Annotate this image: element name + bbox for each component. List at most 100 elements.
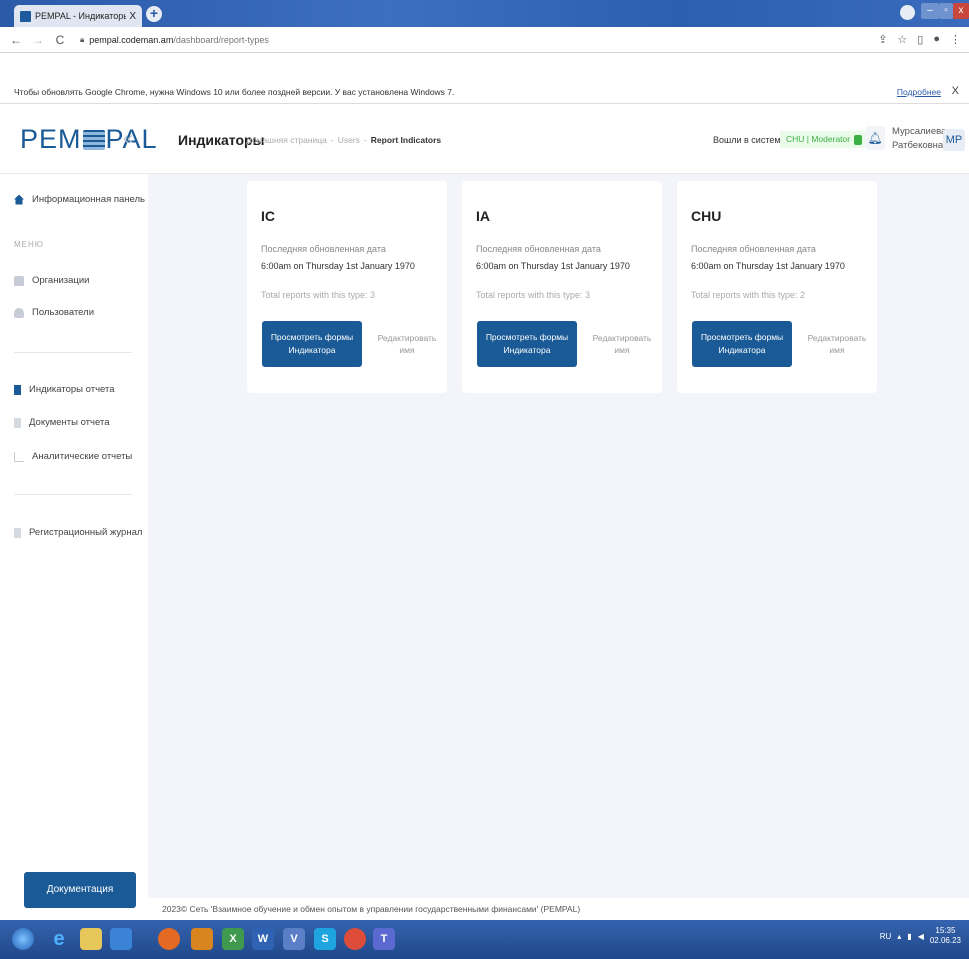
volume-icon[interactable]: ◀︎ [918, 932, 924, 941]
card-updated-label: Последняя обновленная дата [691, 244, 816, 254]
role-badge[interactable]: CHU | Moderator [780, 131, 869, 148]
explorer-icon[interactable] [80, 928, 102, 950]
role-text: CHU | Moderator [786, 134, 851, 144]
report-type-card: IC Последняя обновленная дата 6:00am on … [247, 181, 447, 393]
chrome-icon[interactable] [344, 928, 366, 950]
logo-left: PEM [20, 124, 82, 154]
view-indicator-forms-button[interactable]: Просмотреть формы Индикатора [477, 321, 577, 367]
browser-tab[interactable]: PEMPAL - Индикаторы отчета X [14, 5, 142, 27]
app-icon[interactable] [191, 928, 213, 950]
bell-icon[interactable]: 🔔︎ [865, 126, 885, 150]
sidebar-item-report-indicators[interactable]: Индикаторы отчета [14, 384, 115, 395]
start-button-icon[interactable] [12, 928, 34, 950]
back-icon[interactable]: ← [10, 33, 22, 47]
building-icon [14, 275, 24, 286]
user-name-line2: Ратбековна [892, 140, 944, 151]
url-field[interactable]: 🔒︎ pempal.codeman.am/dashboard/report-ty… [80, 35, 269, 45]
tab-title: PEMPAL - Индикаторы отчета [35, 11, 127, 21]
tray-arrow-icon[interactable]: ▴ [897, 932, 901, 941]
sidebar-divider [14, 352, 132, 353]
sidebar-item-label: Аналитические отчеты [32, 451, 133, 462]
tab-search-icon[interactable] [900, 5, 915, 20]
breadcrumb-separator: - [363, 135, 367, 145]
media-icon[interactable] [110, 928, 132, 950]
app-header: PEM PAL « Индикаторы Домашняя страница - … [0, 104, 969, 174]
view-indicator-forms-button[interactable]: Просмотреть формы Индикатора [692, 321, 792, 367]
profile-icon[interactable]: ● [933, 33, 940, 46]
card-total: Total reports with this type: 2 [691, 290, 806, 300]
forward-icon[interactable]: → [32, 33, 44, 47]
network-icon[interactable]: ▮ [907, 932, 911, 941]
firefox-icon[interactable] [158, 928, 180, 950]
clock[interactable]: 15:35 02.06.23 [930, 926, 961, 946]
update-infobar: Чтобы обновлять Google Chrome, нужна Win… [0, 80, 969, 104]
browser-tab-strip: PEMPAL - Индикаторы отчета X + – ▫ x [0, 0, 969, 27]
sidebar-item-label: Пользователи [32, 307, 95, 318]
user-name-line1: Мурсалиева [892, 126, 947, 137]
windows-taskbar: e X W V S T RU ▴ ▮ ◀︎ 15:35 02.06.23 [0, 920, 969, 959]
logo-mark-icon [82, 130, 105, 150]
sidebar: Информационная панель МЕНЮ Организации П… [0, 174, 148, 920]
sidebar-item-organizations[interactable]: Организации [14, 275, 89, 286]
documentation-button[interactable]: Документация [24, 872, 136, 908]
language-indicator[interactable]: RU [880, 932, 892, 941]
skype-icon[interactable]: S [314, 928, 336, 950]
collapse-sidebar-icon[interactable]: « [123, 128, 133, 149]
system-tray: RU ▴ ▮ ◀︎ 15:35 02.06.23 [880, 926, 961, 946]
sidebar-item-label: Информационная панель [32, 194, 145, 205]
ie-icon[interactable]: e [48, 928, 70, 950]
breadcrumb-home[interactable]: Домашняя страница [246, 135, 327, 145]
infobar-close-button[interactable]: X [952, 85, 959, 97]
excel-icon[interactable]: X [222, 928, 244, 950]
minimize-button[interactable]: – [921, 3, 939, 19]
breadcrumb-separator: - [330, 135, 334, 145]
card-code: CHU [691, 208, 722, 224]
lock-icon: 🔒︎ [80, 34, 85, 44]
card-code: IC [261, 208, 275, 224]
sidebar-item-report-documents[interactable]: Документы отчета [14, 417, 109, 428]
edit-name-link[interactable]: Редактировать имя [802, 332, 872, 356]
visio-icon[interactable]: V [283, 928, 305, 950]
avatar[interactable]: MP [943, 129, 965, 151]
new-tab-button[interactable]: + [146, 6, 162, 22]
sidebar-item-label: Индикаторы отчета [29, 384, 115, 395]
menu-dots-icon[interactable]: ⋮ [950, 33, 961, 46]
card-total: Total reports with this type: 3 [476, 290, 591, 300]
teams-icon[interactable]: T [373, 928, 395, 950]
card-updated-value: 6:00am on Thursday 1st January 1970 [261, 261, 415, 271]
share-icon[interactable]: ⇪ [878, 33, 887, 46]
sidebar-item-dashboard[interactable]: Информационная панель [14, 194, 145, 205]
role-switch-icon [854, 134, 863, 145]
report-type-card: CHU Последняя обновленная дата 6:00am on… [677, 181, 877, 393]
reload-icon[interactable]: C [54, 33, 66, 47]
infobar-more-link[interactable]: Подробнее [897, 87, 941, 97]
side-panel-icon[interactable]: ▯ [917, 33, 923, 46]
infobar-text: Чтобы обновлять Google Chrome, нужна Win… [14, 86, 455, 97]
breadcrumb-current: Report Indicators [370, 135, 442, 145]
logo[interactable]: PEM PAL [20, 124, 158, 155]
favicon-icon [20, 10, 31, 22]
toolbar-spacer [0, 53, 969, 80]
card-code: IA [476, 208, 490, 224]
bookmark-star-icon[interactable]: ☆ [897, 33, 907, 46]
edit-name-link[interactable]: Редактировать имя [372, 332, 442, 356]
sidebar-item-analytic-reports[interactable]: Аналитические отчеты [14, 451, 132, 462]
user-name[interactable]: Мурсалиева Ратбековна [892, 125, 947, 153]
sidebar-item-users[interactable]: Пользователи [14, 307, 94, 318]
document-icon [14, 417, 21, 428]
edit-name-link[interactable]: Редактировать имя [587, 332, 657, 356]
card-updated-value: 6:00am on Thursday 1st January 1970 [476, 261, 630, 271]
close-window-button[interactable]: x [953, 3, 969, 19]
maximize-button[interactable]: ▫ [939, 3, 953, 19]
report-type-card: IA Последняя обновленная дата 6:00am on … [462, 181, 662, 393]
tab-close-button[interactable]: X [129, 11, 136, 22]
sidebar-item-registration-log[interactable]: Регистрационный журнал [14, 527, 142, 538]
breadcrumb-users[interactable]: Users [338, 135, 360, 145]
card-updated-label: Последняя обновленная дата [476, 244, 601, 254]
word-icon[interactable]: W [252, 928, 274, 950]
url-path: /dashboard/report-types [173, 34, 269, 45]
home-icon [14, 194, 24, 205]
view-indicator-forms-button[interactable]: Просмотреть формы Индикатора [262, 321, 362, 367]
indicator-doc-icon [14, 384, 21, 395]
address-bar: ← → C 🔒︎ pempal.codeman.am/dashboard/rep… [0, 27, 969, 53]
